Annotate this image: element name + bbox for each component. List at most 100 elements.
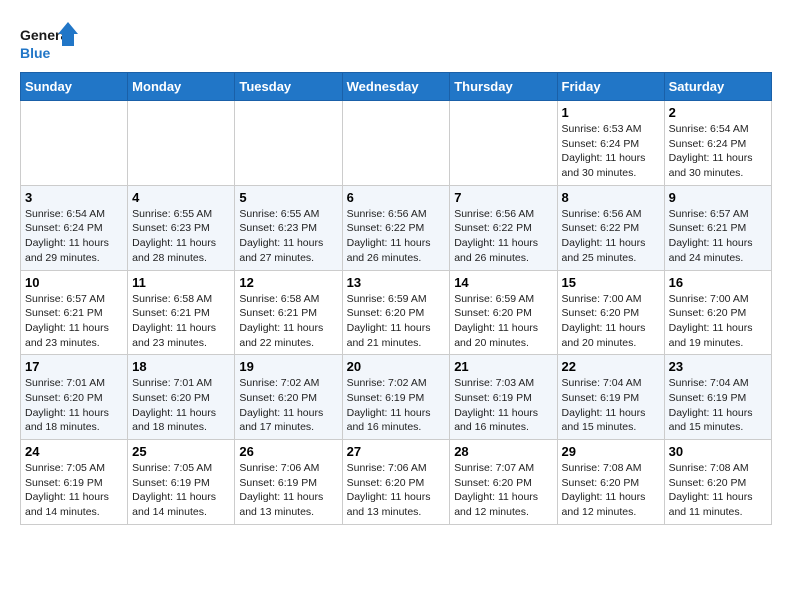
day-number: 23 <box>669 359 767 374</box>
calendar-cell: 13 Sunrise: 6:59 AM Sunset: 6:20 PM Dayli… <box>342 270 450 355</box>
day-number: 1 <box>562 105 660 120</box>
day-info: Sunrise: 6:59 AM Sunset: 6:20 PM Dayligh… <box>347 292 446 351</box>
day-number: 29 <box>562 444 660 459</box>
day-number: 21 <box>454 359 552 374</box>
calendar-cell: 21 Sunrise: 7:03 AM Sunset: 6:19 PM Dayli… <box>450 355 557 440</box>
day-info: Sunrise: 7:06 AM Sunset: 6:19 PM Dayligh… <box>239 461 337 520</box>
day-number: 9 <box>669 190 767 205</box>
day-info: Sunrise: 7:02 AM Sunset: 6:20 PM Dayligh… <box>239 376 337 435</box>
day-number: 25 <box>132 444 230 459</box>
calendar-cell: 10 Sunrise: 6:57 AM Sunset: 6:21 PM Dayli… <box>21 270 128 355</box>
day-number: 10 <box>25 275 123 290</box>
calendar-cell: 27 Sunrise: 7:06 AM Sunset: 6:20 PM Dayli… <box>342 440 450 525</box>
day-number: 13 <box>347 275 446 290</box>
calendar-cell: 22 Sunrise: 7:04 AM Sunset: 6:19 PM Dayli… <box>557 355 664 440</box>
calendar-body: 1 Sunrise: 6:53 AM Sunset: 6:24 PM Daylig… <box>21 101 772 525</box>
day-info: Sunrise: 7:02 AM Sunset: 6:19 PM Dayligh… <box>347 376 446 435</box>
day-info: Sunrise: 7:03 AM Sunset: 6:19 PM Dayligh… <box>454 376 552 435</box>
calendar-cell: 6 Sunrise: 6:56 AM Sunset: 6:22 PM Daylig… <box>342 185 450 270</box>
svg-text:Blue: Blue <box>20 45 51 61</box>
day-info: Sunrise: 6:53 AM Sunset: 6:24 PM Dayligh… <box>562 122 660 181</box>
day-info: Sunrise: 7:04 AM Sunset: 6:19 PM Dayligh… <box>562 376 660 435</box>
day-info: Sunrise: 6:56 AM Sunset: 6:22 PM Dayligh… <box>562 207 660 266</box>
day-number: 30 <box>669 444 767 459</box>
calendar-cell: 12Sunrise: 6:58 AM Sunset: 6:21 PM Dayli… <box>235 270 342 355</box>
day-info: Sunrise: 6:54 AM Sunset: 6:24 PM Dayligh… <box>25 207 123 266</box>
day-info: Sunrise: 7:01 AM Sunset: 6:20 PM Dayligh… <box>25 376 123 435</box>
calendar-cell: 14 Sunrise: 6:59 AM Sunset: 6:20 PM Dayli… <box>450 270 557 355</box>
calendar-cell: 4 Sunrise: 6:55 AM Sunset: 6:23 PM Daylig… <box>128 185 235 270</box>
day-number: 26 <box>239 444 337 459</box>
logo: General Blue <box>20 20 80 68</box>
day-info: Sunrise: 7:05 AM Sunset: 6:19 PM Dayligh… <box>132 461 230 520</box>
calendar-cell: 16Sunrise: 7:00 AM Sunset: 6:20 PM Dayli… <box>664 270 771 355</box>
day-number: 8 <box>562 190 660 205</box>
calendar-cell <box>450 101 557 186</box>
day-info: Sunrise: 6:55 AM Sunset: 6:23 PM Dayligh… <box>132 207 230 266</box>
day-info: Sunrise: 6:56 AM Sunset: 6:22 PM Dayligh… <box>454 207 552 266</box>
calendar-cell: 9 Sunrise: 6:57 AM Sunset: 6:21 PM Daylig… <box>664 185 771 270</box>
day-number: 15 <box>562 275 660 290</box>
day-info: Sunrise: 7:05 AM Sunset: 6:19 PM Dayligh… <box>25 461 123 520</box>
day-info: Sunrise: 6:59 AM Sunset: 6:20 PM Dayligh… <box>454 292 552 351</box>
day-info: Sunrise: 7:08 AM Sunset: 6:20 PM Dayligh… <box>562 461 660 520</box>
calendar-cell: 25 Sunrise: 7:05 AM Sunset: 6:19 PM Dayli… <box>128 440 235 525</box>
day-info: Sunrise: 6:57 AM Sunset: 6:21 PM Dayligh… <box>25 292 123 351</box>
day-number: 2 <box>669 105 767 120</box>
calendar-cell <box>342 101 450 186</box>
day-info: Sunrise: 7:00 AM Sunset: 6:20 PM Dayligh… <box>562 292 660 351</box>
day-number: 18 <box>132 359 230 374</box>
calendar-header-thursday: Thursday <box>450 73 557 101</box>
calendar-cell: 19 Sunrise: 7:02 AM Sunset: 6:20 PM Dayli… <box>235 355 342 440</box>
day-info: Sunrise: 7:06 AM Sunset: 6:20 PM Dayligh… <box>347 461 446 520</box>
calendar-cell <box>21 101 128 186</box>
day-number: 11 <box>132 275 230 290</box>
calendar-week-3: 10 Sunrise: 6:57 AM Sunset: 6:21 PM Dayli… <box>21 270 772 355</box>
day-number: 3 <box>25 190 123 205</box>
day-number: 27 <box>347 444 446 459</box>
day-info: Sunrise: 7:04 AM Sunset: 6:19 PM Dayligh… <box>669 376 767 435</box>
calendar-cell: 28Sunrise: 7:07 AM Sunset: 6:20 PM Dayli… <box>450 440 557 525</box>
day-info: Sunrise: 6:57 AM Sunset: 6:21 PM Dayligh… <box>669 207 767 266</box>
day-number: 24 <box>25 444 123 459</box>
calendar-header-friday: Friday <box>557 73 664 101</box>
day-number: 20 <box>347 359 446 374</box>
calendar-week-5: 24 Sunrise: 7:05 AM Sunset: 6:19 PM Dayli… <box>21 440 772 525</box>
day-number: 19 <box>239 359 337 374</box>
calendar-header-sunday: Sunday <box>21 73 128 101</box>
day-number: 7 <box>454 190 552 205</box>
day-info: Sunrise: 6:54 AM Sunset: 6:24 PM Dayligh… <box>669 122 767 181</box>
calendar-cell: 8 Sunrise: 6:56 AM Sunset: 6:22 PM Daylig… <box>557 185 664 270</box>
calendar-header-row: SundayMondayTuesdayWednesdayThursdayFrid… <box>21 73 772 101</box>
calendar-cell: 2 Sunrise: 6:54 AM Sunset: 6:24 PM Daylig… <box>664 101 771 186</box>
calendar-cell: 1 Sunrise: 6:53 AM Sunset: 6:24 PM Daylig… <box>557 101 664 186</box>
day-number: 6 <box>347 190 446 205</box>
calendar-cell: 7 Sunrise: 6:56 AM Sunset: 6:22 PM Daylig… <box>450 185 557 270</box>
calendar-cell: 23 Sunrise: 7:04 AM Sunset: 6:19 PM Dayli… <box>664 355 771 440</box>
day-info: Sunrise: 6:58 AM Sunset: 6:21 PM Dayligh… <box>239 292 337 351</box>
calendar-cell: 3 Sunrise: 6:54 AM Sunset: 6:24 PM Daylig… <box>21 185 128 270</box>
calendar-header-saturday: Saturday <box>664 73 771 101</box>
calendar-cell: 24 Sunrise: 7:05 AM Sunset: 6:19 PM Dayli… <box>21 440 128 525</box>
calendar-cell <box>235 101 342 186</box>
calendar-header-wednesday: Wednesday <box>342 73 450 101</box>
calendar-cell: 29 Sunrise: 7:08 AM Sunset: 6:20 PM Dayli… <box>557 440 664 525</box>
calendar-cell: 30Sunrise: 7:08 AM Sunset: 6:20 PM Dayli… <box>664 440 771 525</box>
calendar-cell: 18 Sunrise: 7:01 AM Sunset: 6:20 PM Dayli… <box>128 355 235 440</box>
calendar-week-1: 1 Sunrise: 6:53 AM Sunset: 6:24 PM Daylig… <box>21 101 772 186</box>
calendar-cell: 17Sunrise: 7:01 AM Sunset: 6:20 PM Dayli… <box>21 355 128 440</box>
day-number: 16 <box>669 275 767 290</box>
logo-svg: General Blue <box>20 20 80 68</box>
day-number: 22 <box>562 359 660 374</box>
calendar-cell: 26 Sunrise: 7:06 AM Sunset: 6:19 PM Dayli… <box>235 440 342 525</box>
day-number: 14 <box>454 275 552 290</box>
calendar-cell: 11 Sunrise: 6:58 AM Sunset: 6:21 PM Dayli… <box>128 270 235 355</box>
calendar-cell: 15 Sunrise: 7:00 AM Sunset: 6:20 PM Dayli… <box>557 270 664 355</box>
day-info: Sunrise: 6:56 AM Sunset: 6:22 PM Dayligh… <box>347 207 446 266</box>
calendar-table: SundayMondayTuesdayWednesdayThursdayFrid… <box>20 72 772 525</box>
day-number: 4 <box>132 190 230 205</box>
calendar-week-2: 3 Sunrise: 6:54 AM Sunset: 6:24 PM Daylig… <box>21 185 772 270</box>
day-info: Sunrise: 6:58 AM Sunset: 6:21 PM Dayligh… <box>132 292 230 351</box>
day-info: Sunrise: 7:01 AM Sunset: 6:20 PM Dayligh… <box>132 376 230 435</box>
day-number: 28 <box>454 444 552 459</box>
